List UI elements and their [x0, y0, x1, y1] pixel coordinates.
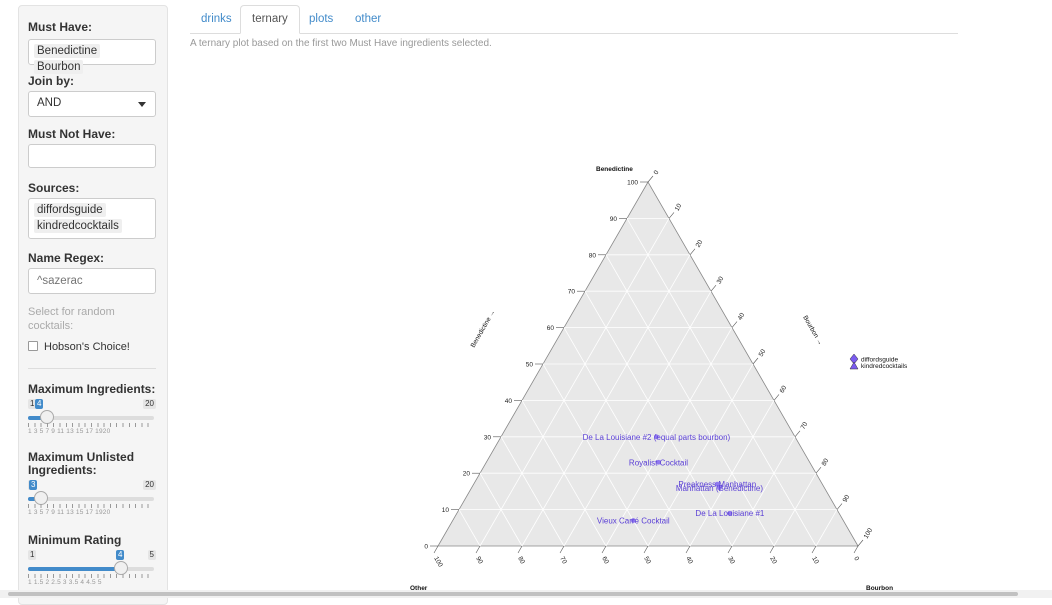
tick-label: 30: [726, 556, 736, 566]
tick-label: 90: [474, 556, 484, 566]
tick-mark: [601, 545, 607, 554]
tick-label: 40: [737, 312, 747, 322]
point-label: Royalist Cocktail: [629, 458, 688, 467]
tick-label: 10: [442, 507, 450, 514]
tick-label: 40: [505, 398, 513, 405]
tick-mark: [647, 175, 654, 183]
tick-label: 20: [463, 471, 471, 478]
tick-mark: [815, 467, 822, 474]
tick-mark: [836, 503, 843, 510]
tick-label: 60: [547, 325, 555, 332]
tick-label: 30: [484, 434, 492, 441]
tick-label: 80: [589, 252, 597, 259]
horizontal-scrollbar[interactable]: [0, 590, 1052, 598]
scrollbar-thumb[interactable]: [8, 592, 1018, 596]
tick-label: 50: [526, 362, 534, 369]
tick-label: 100: [627, 180, 638, 187]
tick-mark: [752, 357, 759, 365]
tick-mark: [559, 545, 565, 554]
tick-mark: [433, 545, 439, 554]
tick-mark: [689, 248, 696, 255]
axis-side-label-right: Bourbon →: [801, 315, 824, 347]
tick-mark: [769, 545, 775, 554]
tick-label: 40: [684, 556, 694, 566]
tick-mark: [475, 545, 481, 554]
tick-mark: [853, 545, 859, 554]
tick-mark: [857, 539, 864, 547]
tick-label: 100: [863, 527, 875, 540]
tick-mark: [517, 545, 523, 554]
tick-label: 10: [810, 556, 820, 566]
tick-label: 70: [558, 556, 568, 566]
point-label: De La Louisiane #1: [695, 509, 764, 518]
tick-label: 60: [600, 556, 610, 566]
tick-label: 30: [716, 275, 726, 285]
axis-side-label-left: Benedictine →: [470, 309, 497, 349]
tick-label: 50: [642, 556, 652, 566]
tick-mark: [731, 321, 738, 328]
point-label: Manhattan (Bénédictine): [676, 484, 764, 493]
tick-label: 90: [610, 216, 618, 223]
tick-label: 100: [432, 556, 444, 569]
tick-label: 70: [568, 289, 576, 296]
tick-label: 0: [852, 556, 860, 563]
tick-mark: [811, 545, 817, 554]
point-label: Vieux Carré Cocktail: [597, 517, 670, 526]
tick-label: 50: [758, 348, 768, 358]
tick-mark: [710, 285, 717, 292]
tick-label: 80: [516, 556, 526, 566]
tick-label: 0: [424, 544, 428, 551]
point-label: De La Louisiane #2 (equal parts bourbon): [583, 433, 731, 442]
tick-mark: [773, 394, 780, 401]
tick-mark: [643, 545, 649, 554]
tick-label: 10: [674, 202, 684, 212]
tick-mark: [668, 212, 675, 219]
tick-label: 20: [768, 556, 778, 566]
tick-mark: [727, 545, 733, 554]
tick-label: 0: [653, 169, 661, 176]
tick-mark: [685, 545, 691, 554]
tick-label: 80: [821, 457, 831, 467]
tick-label: 60: [779, 384, 789, 394]
tick-label: 70: [800, 421, 810, 431]
ternary-plot: 0010010109020208030307040406050505060604…: [410, 166, 908, 592]
tick-label: 20: [695, 239, 705, 249]
tick-mark: [794, 430, 801, 437]
legend-triangle-icon: [849, 361, 859, 370]
tick-label: 90: [842, 494, 852, 504]
legend-entry: kindredcocktails: [861, 363, 908, 370]
axis-title-top: Benedictine: [596, 166, 633, 173]
